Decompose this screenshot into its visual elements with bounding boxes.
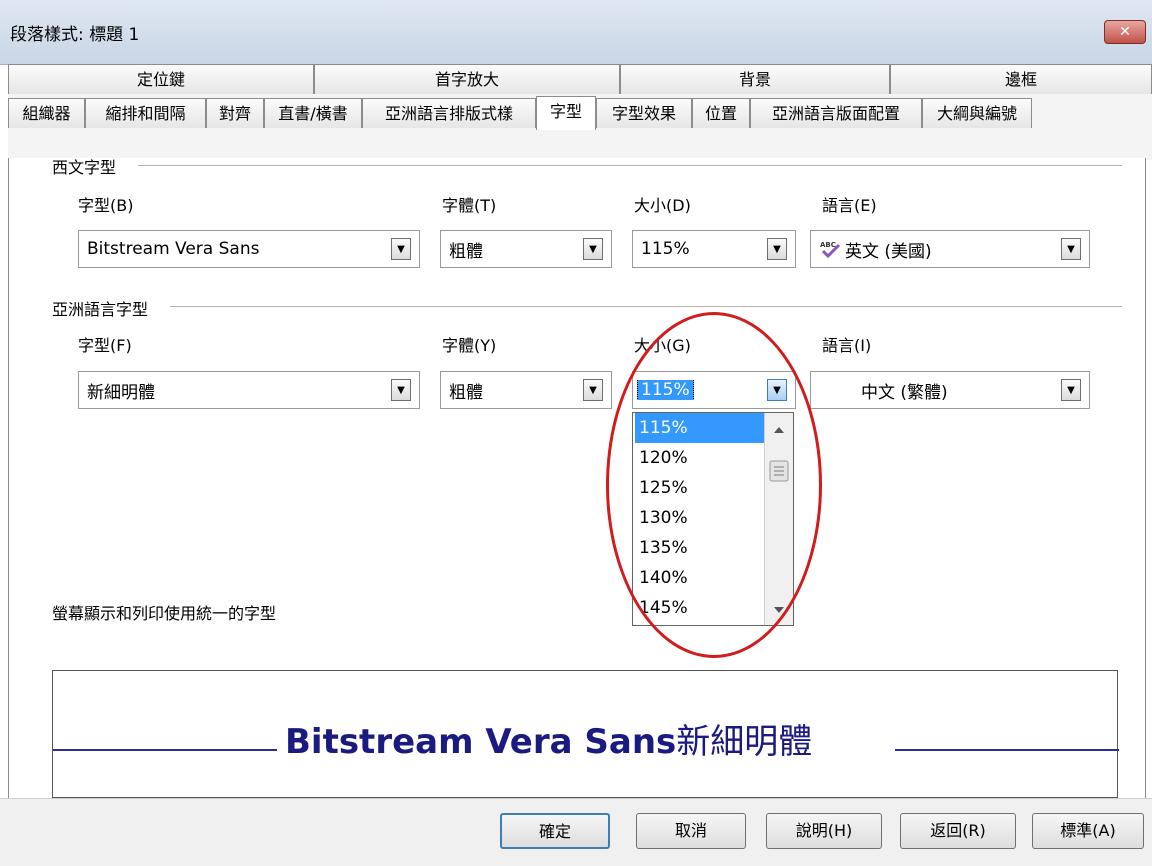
chevron-down-icon[interactable]: ▼ <box>767 379 787 401</box>
chevron-down-icon[interactable]: ▼ <box>391 238 411 260</box>
western-size-combo[interactable]: 115% ▼ <box>632 230 796 268</box>
western-font-label: 字型(B) <box>78 196 134 215</box>
scroll-up-arrow-icon <box>774 427 784 433</box>
asian-language-label: 語言(I) <box>822 336 872 355</box>
western-style-label: 字體(T) <box>442 196 497 215</box>
asian-language-combo[interactable]: 中文 (繁體) ▼ <box>810 371 1090 409</box>
standard-button[interactable]: 標準(A) <box>1032 813 1144 849</box>
asian-style-label: 字體(Y) <box>442 336 497 355</box>
spellcheck-icon: ABC <box>819 239 841 259</box>
scroll-down-arrow-icon <box>774 607 784 613</box>
western-style-value: 粗體 <box>449 241 483 262</box>
asian-font-header: 亞洲語言字型 <box>52 300 149 319</box>
tab-row-2: 組織器 縮排和間隔 對齊 直書/橫書 亞洲語言排版式樣 字型 字型效果 位置 亞… <box>8 96 1032 130</box>
button-bar: 確定 取消 說明(H) 返回(R) 標準(A) <box>0 798 1152 866</box>
uniform-font-note: 螢幕顯示和列印使用統一的字型 <box>52 604 277 623</box>
tab-organizer[interactable]: 組織器 <box>8 98 85 128</box>
asian-language-value: 中文 (繁體) <box>861 382 948 403</box>
western-font-combo[interactable]: Bitstream Vera Sans ▼ <box>78 230 420 268</box>
chevron-down-icon[interactable]: ▼ <box>583 238 603 260</box>
western-language-label: 語言(E) <box>822 196 877 215</box>
tab-drop-caps[interactable]: 首字放大 <box>314 64 620 94</box>
size-option[interactable]: 130% <box>635 503 765 533</box>
scrollbar[interactable] <box>764 413 793 625</box>
chevron-down-icon[interactable]: ▼ <box>1061 238 1081 260</box>
font-preview: Bitstream Vera Sans新細明體 <box>52 670 1119 798</box>
western-size-label: 大小(D) <box>634 196 691 215</box>
tab-row-1: 定位鍵 首字放大 背景 邊框 <box>8 64 1152 96</box>
size-option[interactable]: 145% <box>635 593 765 623</box>
tab-alignment[interactable]: 對齊 <box>206 98 264 128</box>
size-option[interactable]: 120% <box>635 443 765 473</box>
dialog-title: 段落樣式: 標題 1 <box>10 25 140 45</box>
size-option[interactable]: 135% <box>635 533 765 563</box>
western-font-value: Bitstream Vera Sans <box>87 239 260 259</box>
tab-indents-spacing[interactable]: 縮排和間隔 <box>85 98 206 128</box>
tab-text-direction[interactable]: 直書/橫書 <box>264 98 362 128</box>
western-size-value: 115% <box>641 239 690 259</box>
tab-outline-numbering[interactable]: 大綱與編號 <box>922 98 1032 128</box>
chevron-down-icon[interactable]: ▼ <box>583 379 603 401</box>
close-button[interactable]: ✕ <box>1104 20 1146 44</box>
western-style-combo[interactable]: 粗體 ▼ <box>440 230 612 268</box>
chevron-down-icon[interactable]: ▼ <box>767 238 787 260</box>
asian-font-label: 字型(F) <box>78 336 132 355</box>
size-option[interactable]: 125% <box>635 473 765 503</box>
chevron-down-icon[interactable]: ▼ <box>391 379 411 401</box>
asian-size-value[interactable]: 115% <box>637 380 694 400</box>
tab-asian-typography[interactable]: 亞洲語言排版式樣 <box>362 98 536 128</box>
asian-font-combo[interactable]: 新細明體 ▼ <box>78 371 420 409</box>
tab-position[interactable]: 位置 <box>692 98 750 128</box>
chevron-down-icon[interactable]: ▼ <box>1061 379 1081 401</box>
size-option[interactable]: 115% <box>635 413 765 443</box>
size-option[interactable]: 140% <box>635 563 765 593</box>
western-language-combo[interactable]: ABC 英文 (美國) ▼ <box>810 230 1090 268</box>
cancel-button[interactable]: 取消 <box>636 813 746 849</box>
asian-style-value: 粗體 <box>449 382 483 403</box>
paragraph-style-dialog: 段落樣式: 標題 1 ✕ 定位鍵 首字放大 背景 邊框 組織器 縮排和間隔 對齊… <box>0 0 1152 866</box>
asian-size-label: 大小(G) <box>634 336 691 355</box>
tab-font[interactable]: 字型 <box>536 96 596 130</box>
preview-text: Bitstream Vera Sans新細明體 <box>285 714 812 763</box>
size-dropdown-list[interactable]: 115% 120% 125% 130% 135% 140% 145% <box>632 412 794 626</box>
tab-asian-layout[interactable]: 亞洲語言版面配置 <box>750 98 922 128</box>
western-font-header: 西文字型 <box>52 158 117 177</box>
preview-latin: Bitstream Vera Sans <box>285 722 677 762</box>
tab-font-effects[interactable]: 字型效果 <box>596 98 692 128</box>
tab-strip: 定位鍵 首字放大 背景 邊框 組織器 縮排和間隔 對齊 直書/橫書 亞洲語言排版… <box>8 64 1152 160</box>
ok-button[interactable]: 確定 <box>500 813 610 849</box>
tab-background[interactable]: 背景 <box>620 64 890 94</box>
tab-borders[interactable]: 邊框 <box>890 64 1152 94</box>
preview-cjk: 新細明體 <box>676 722 813 762</box>
western-language-value: 英文 (美國) <box>845 241 932 262</box>
reset-button[interactable]: 返回(R) <box>900 813 1016 849</box>
baseline-left <box>53 749 277 751</box>
help-button[interactable]: 說明(H) <box>766 813 882 849</box>
asian-divider <box>170 306 1122 307</box>
tab-tabs[interactable]: 定位鍵 <box>8 64 314 94</box>
title-bar: 段落樣式: 標題 1 ✕ <box>0 0 1152 65</box>
asian-font-value: 新細明體 <box>87 382 155 403</box>
asian-style-combo[interactable]: 粗體 ▼ <box>440 371 612 409</box>
western-divider <box>138 165 1122 166</box>
baseline-right <box>895 749 1119 751</box>
asian-size-combo[interactable]: 115% ▼ <box>632 371 796 409</box>
svg-text:ABC: ABC <box>820 241 836 249</box>
